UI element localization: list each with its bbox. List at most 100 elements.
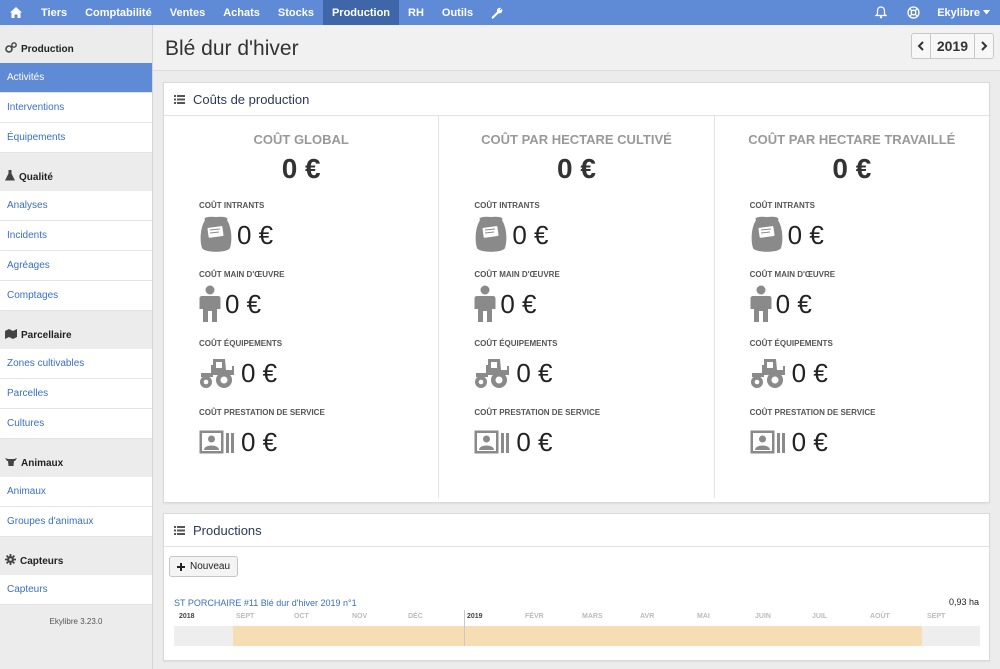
sub-costs: COÛT INTRANTS 0 € COÛT MAIN D'ŒUVRE 0 € COÛT…: [750, 201, 989, 461]
home-icon[interactable]: [0, 0, 32, 25]
sidebar-section-4: Capteurs: [0, 547, 152, 575]
new-production-button[interactable]: Nouveau: [169, 556, 239, 577]
sub-cost-label: COÛT MAIN D'ŒUVRE: [749, 270, 836, 279]
sidebar-item[interactable]: Cultures: [0, 409, 152, 439]
sub-cost-value: 0 €: [775, 288, 812, 319]
list-icon: [174, 94, 185, 104]
sub-cost-label: COÛT MAIN D'ŒUVRE: [474, 270, 560, 279]
nav-item-5[interactable]: Production: [322, 0, 400, 25]
top-right-tools: Ekylibre: [865, 0, 1000, 25]
timeline-label: JUIL: [812, 613, 828, 620]
sidebar-item[interactable]: Interventions: [0, 93, 152, 123]
bell-icon[interactable]: [865, 0, 897, 25]
timeline-label: AOÛT: [870, 613, 890, 620]
timeline-year-separator: [464, 610, 465, 646]
sub-cost-label: COÛT PRESTATION DE SERVICE: [474, 408, 601, 417]
sub-cost-label: COÛT MAIN D'ŒUVRE: [199, 270, 285, 279]
sidebar-item[interactable]: Capteurs: [0, 575, 152, 605]
production-timeline: 2018 SEPT OCT NOV DÉC 2019 FÉVR MARS AVR MAI JUIN J…: [174, 610, 980, 646]
seed-bag-icon: [750, 216, 784, 254]
sidebar-section-title: Production: [21, 43, 74, 55]
nav-item-6[interactable]: RH: [399, 0, 433, 25]
sub-cost-row: 0 €: [199, 423, 438, 461]
sub-cost-row: 0 €: [750, 216, 989, 254]
sub-cost-label: COÛT PRESTATION DE SERVICE: [199, 408, 325, 417]
timeline-label: AVR: [640, 613, 655, 620]
sub-cost-value: 0 €: [791, 357, 828, 388]
sidebar-item[interactable]: Analyses: [0, 191, 152, 221]
help-lifebuoy-icon[interactable]: [897, 0, 929, 25]
sidebar-item[interactable]: Équipements: [0, 123, 152, 153]
sub-cost-value: 0 €: [241, 357, 278, 388]
user-menu[interactable]: Ekylibre: [929, 7, 1000, 19]
person-icon: [750, 285, 772, 323]
nav-item-4[interactable]: Stocks: [269, 0, 323, 25]
sidebar-item[interactable]: Activités: [0, 63, 152, 93]
next-year-button[interactable]: [975, 34, 993, 58]
map-icon: [5, 328, 17, 342]
nav-item-7[interactable]: Outils: [433, 0, 482, 25]
sidebar-item[interactable]: Zones cultivables: [0, 349, 152, 379]
top-navbar: Tiers Comptabilité Ventes Achats Stocks Produ…: [0, 0, 1000, 25]
production-costs-header: Coûts de production: [164, 83, 989, 116]
cost-column-0: COÛT GLOBAL 0 € COÛT INTRANTS 0 € COÛT MAIN …: [164, 116, 438, 498]
sidebar-item[interactable]: Animaux: [0, 477, 152, 507]
sub-costs: COÛT INTRANTS 0 € COÛT MAIN D'ŒUVRE 0 € COÛT…: [474, 201, 713, 461]
productions-title: Productions: [193, 522, 262, 538]
wrench-icon[interactable]: [482, 0, 512, 25]
tractor-icon: [199, 357, 237, 389]
sub-cost-row: 0 €: [750, 354, 989, 392]
main-content: Blé dur d'hiver 2019 Coûts de production…: [153, 25, 1000, 669]
sub-cost-row: 0 €: [474, 285, 713, 323]
previous-year-button[interactable]: [912, 34, 930, 58]
chevron-left-icon: [917, 41, 925, 51]
sidebar-item[interactable]: Groupes d'animaux: [0, 507, 152, 537]
new-production-wrap: Nouveau: [169, 556, 239, 577]
sidebar-section-3: Animaux: [0, 449, 152, 477]
sub-costs: COÛT INTRANTS 0 € COÛT MAIN D'ŒUVRE 0 € COÛT…: [199, 201, 438, 461]
caret-down-icon: [983, 10, 990, 15]
timeline-label: 2019: [467, 613, 483, 620]
nav-item-2[interactable]: Ventes: [161, 0, 214, 25]
new-production-label: Nouveau: [190, 561, 231, 572]
sidebar-section-2: Parcellaire: [0, 321, 152, 349]
nav-item-0[interactable]: Tiers: [32, 0, 76, 25]
sub-cost-label: COÛT ÉQUIPEMENTS: [749, 339, 833, 348]
timeline-label: FÉVR: [525, 613, 544, 620]
timeline-label: SEPT: [927, 613, 946, 620]
current-year: 2019: [929, 34, 975, 58]
sidebar-item[interactable]: Comptages: [0, 281, 152, 311]
sub-cost-value: 0 €: [225, 288, 262, 319]
main-menu: Tiers Comptabilité Ventes Achats Stocks Produ…: [0, 0, 512, 25]
timeline-labels: 2018 SEPT OCT NOV DÉC 2019 FÉVR MARS AVR MAI JUIN J…: [174, 610, 980, 624]
sidebar-item[interactable]: Incidents: [0, 221, 152, 251]
sub-cost-value: 0 €: [516, 357, 553, 388]
sub-cost-value: 0 €: [237, 219, 274, 250]
nav-item-1[interactable]: Comptabilité: [76, 0, 161, 25]
sub-cost-label: COÛT INTRANTS: [749, 201, 815, 210]
nav-item-3[interactable]: Achats: [214, 0, 269, 25]
sidebar-item[interactable]: Agréages: [0, 251, 152, 281]
cost-column-total: 0 €: [832, 153, 872, 184]
sidebar-section-title: Parcellaire: [21, 329, 72, 341]
sidebar-section-title: Animaux: [21, 457, 64, 469]
cost-column-2: COÛT PAR HECTARE TRAVAILLÉ 0 € COÛT INTRAN…: [713, 116, 989, 498]
cost-column-1: COÛT PAR HECTARE CULTIVÉ 0 € COÛT INTRANTS…: [438, 116, 713, 498]
sidebar-item[interactable]: Parcelles: [0, 379, 152, 409]
user-name: Ekylibre: [937, 6, 980, 19]
sidebar-section-title: Qualité: [19, 171, 53, 183]
production-area: 0,93 ha: [948, 597, 979, 607]
timeline-label: MARS: [582, 613, 603, 620]
page-header: Blé dur d'hiver 2019: [153, 25, 1000, 71]
cost-column-title: COÛT GLOBAL: [253, 132, 349, 147]
sub-cost-label: COÛT PRESTATION DE SERVICE: [749, 408, 876, 417]
sub-cost-row: 0 €: [199, 285, 438, 323]
production-link[interactable]: ST PORCHAIRE #11 Blé dur d'hiver 2019 n°…: [174, 598, 357, 608]
sidebar-section-1: Qualité: [0, 163, 152, 191]
plus-icon: [177, 562, 185, 571]
person-icon: [474, 285, 496, 323]
timeline-cultivation-bar[interactable]: [233, 626, 922, 646]
sub-cost-label: COÛT ÉQUIPEMENTS: [199, 339, 283, 348]
sub-cost-row: 0 €: [474, 216, 713, 254]
cost-column-title: COÛT PAR HECTARE TRAVAILLÉ: [748, 132, 956, 147]
